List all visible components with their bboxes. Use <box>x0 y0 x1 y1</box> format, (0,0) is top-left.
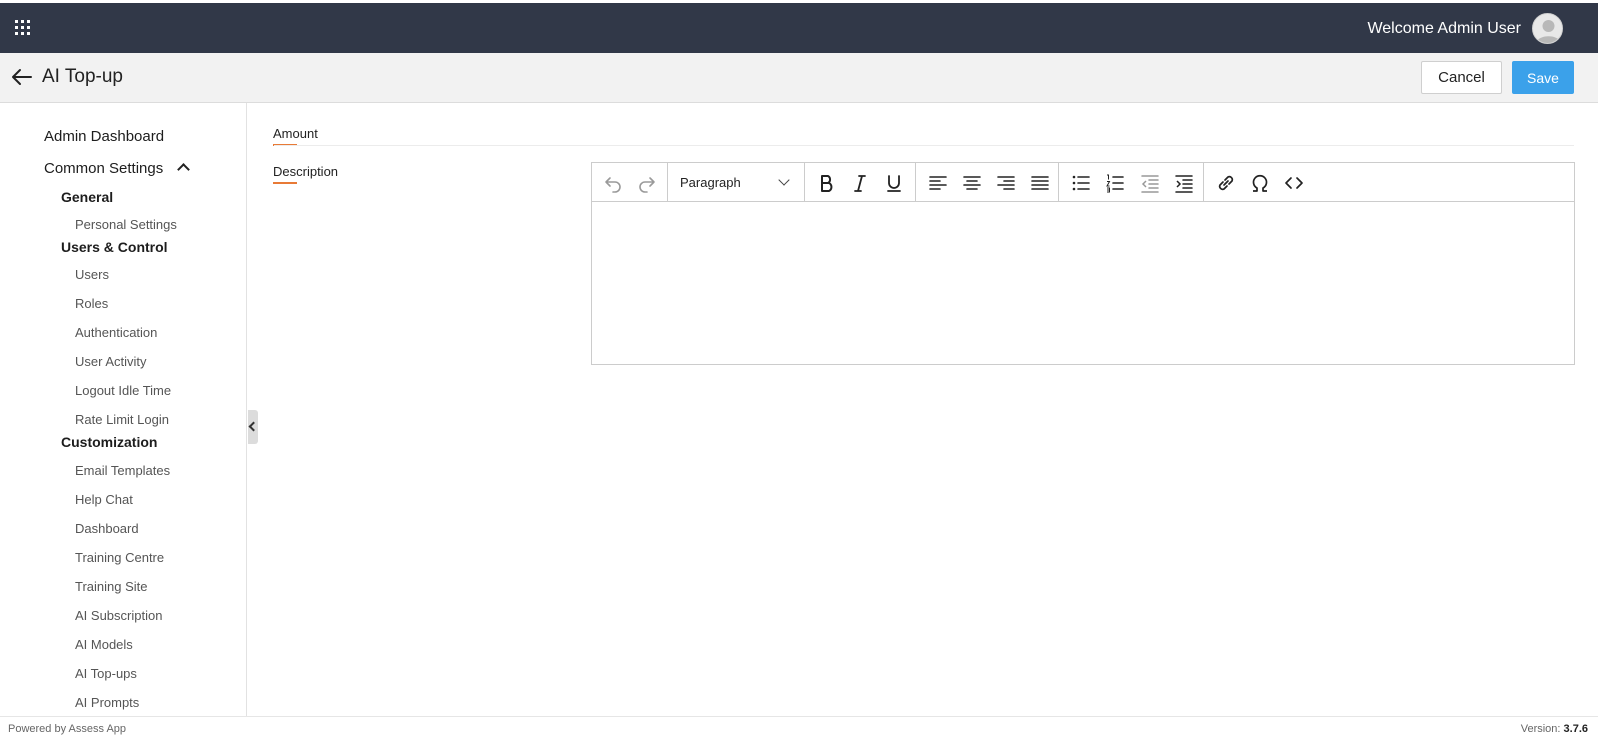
sidebar-group-general: General <box>61 189 114 205</box>
sidebar-item-user-activity[interactable]: User Activity <box>75 354 147 369</box>
sidebar-item-authentication[interactable]: Authentication <box>75 325 157 340</box>
sidebar-item-logout-idle-time[interactable]: Logout Idle Time <box>75 383 171 398</box>
sidebar-item-ai-prompts[interactable]: AI Prompts <box>75 695 139 710</box>
sidebar-item-training-centre[interactable]: Training Centre <box>75 550 164 565</box>
sidebar-item-dashboard[interactable]: Dashboard <box>75 521 139 536</box>
sidebar-item-help-chat[interactable]: Help Chat <box>75 492 133 507</box>
editor-toolbar: Paragraph <box>592 163 1574 202</box>
version-number: 3.7.6 <box>1563 723 1588 735</box>
sidebar-item-common-settings[interactable]: Common Settings <box>44 160 191 177</box>
sidebar-group-customization: Customization <box>61 434 158 450</box>
label-accent-underline <box>273 182 297 184</box>
page-header: AI Top-up Cancel Save <box>0 53 1598 103</box>
version-label: Version: <box>1520 723 1561 735</box>
sidebar-item-ai-subscription[interactable]: AI Subscription <box>75 608 162 623</box>
amount-label-text: Amount <box>273 126 318 141</box>
sidebar-item-ai-topups[interactable]: AI Top-ups <box>75 666 137 681</box>
top-navigation-bar: Welcome Admin User <box>0 3 1598 53</box>
apps-grid-icon[interactable] <box>15 20 30 35</box>
description-label-text: Description <box>273 164 339 179</box>
indent-icon[interactable] <box>1171 170 1197 196</box>
sidebar-item-email-templates[interactable]: Email Templates <box>75 463 170 478</box>
numbered-list-icon[interactable] <box>1102 170 1128 196</box>
sidebar-item-ai-models[interactable]: AI Models <box>75 637 133 652</box>
description-editor-area[interactable] <box>592 202 1574 364</box>
underline-icon[interactable] <box>881 170 907 196</box>
sidebar-item-training-site[interactable]: Training Site <box>75 579 148 594</box>
cancel-button[interactable]: Cancel <box>1421 61 1502 94</box>
undo-icon[interactable] <box>600 170 626 196</box>
chevron-down-icon <box>778 174 790 186</box>
user-avatar-icon[interactable] <box>1532 13 1563 44</box>
list-group <box>1059 163 1204 201</box>
welcome-text: Welcome Admin User <box>1367 20 1521 37</box>
italic-icon[interactable] <box>847 170 873 196</box>
description-rich-text-editor: Paragraph <box>591 162 1575 365</box>
align-center-icon[interactable] <box>959 170 985 196</box>
block-format-value: Paragraph <box>680 175 741 190</box>
sidebar-item-admin-dashboard[interactable]: Admin Dashboard <box>44 128 164 145</box>
save-button[interactable]: Save <box>1512 61 1574 94</box>
powered-by-text: Powered by Assess App <box>8 723 127 735</box>
block-format-group: Paragraph <box>668 163 805 201</box>
text-style-group <box>805 163 916 201</box>
amount-label: Amount <box>273 126 318 146</box>
outdent-icon[interactable] <box>1137 170 1163 196</box>
link-icon[interactable] <box>1213 170 1239 196</box>
sidebar-item-personal-settings[interactable]: Personal Settings <box>75 217 177 232</box>
align-justify-icon[interactable] <box>1027 170 1053 196</box>
history-group <box>592 163 668 201</box>
alignment-group <box>916 163 1059 201</box>
bullet-list-icon[interactable] <box>1068 170 1094 196</box>
special-character-icon[interactable] <box>1247 170 1273 196</box>
amount-field-divider <box>274 145 1574 146</box>
back-arrow-icon[interactable] <box>10 65 34 89</box>
insert-group <box>1204 163 1314 201</box>
align-right-icon[interactable] <box>993 170 1019 196</box>
sidebar-item-label: Common Settings <box>44 160 164 177</box>
redo-icon[interactable] <box>634 170 660 196</box>
footer: Powered by Assess App Version: 3.7.6 <box>0 716 1598 739</box>
source-code-icon[interactable] <box>1281 170 1307 196</box>
sidebar-item-roles[interactable]: Roles <box>75 296 108 311</box>
sidebar-group-users-control: Users & Control <box>61 239 168 255</box>
bold-icon[interactable] <box>814 170 840 196</box>
main-form: Amount Description Paragraph <box>248 103 1598 716</box>
settings-sidebar: Admin Dashboard Common Settings General … <box>0 103 247 716</box>
version-text: Version: 3.7.6 <box>1521 723 1588 735</box>
chevron-up-icon <box>177 163 191 176</box>
page-title: AI Top-up <box>42 66 123 87</box>
sidebar-item-users[interactable]: Users <box>75 267 109 282</box>
sidebar-item-rate-limit-login[interactable]: Rate Limit Login <box>75 412 169 427</box>
block-format-dropdown[interactable]: Paragraph <box>668 163 804 201</box>
align-left-icon[interactable] <box>925 170 951 196</box>
description-label: Description <box>273 164 339 184</box>
